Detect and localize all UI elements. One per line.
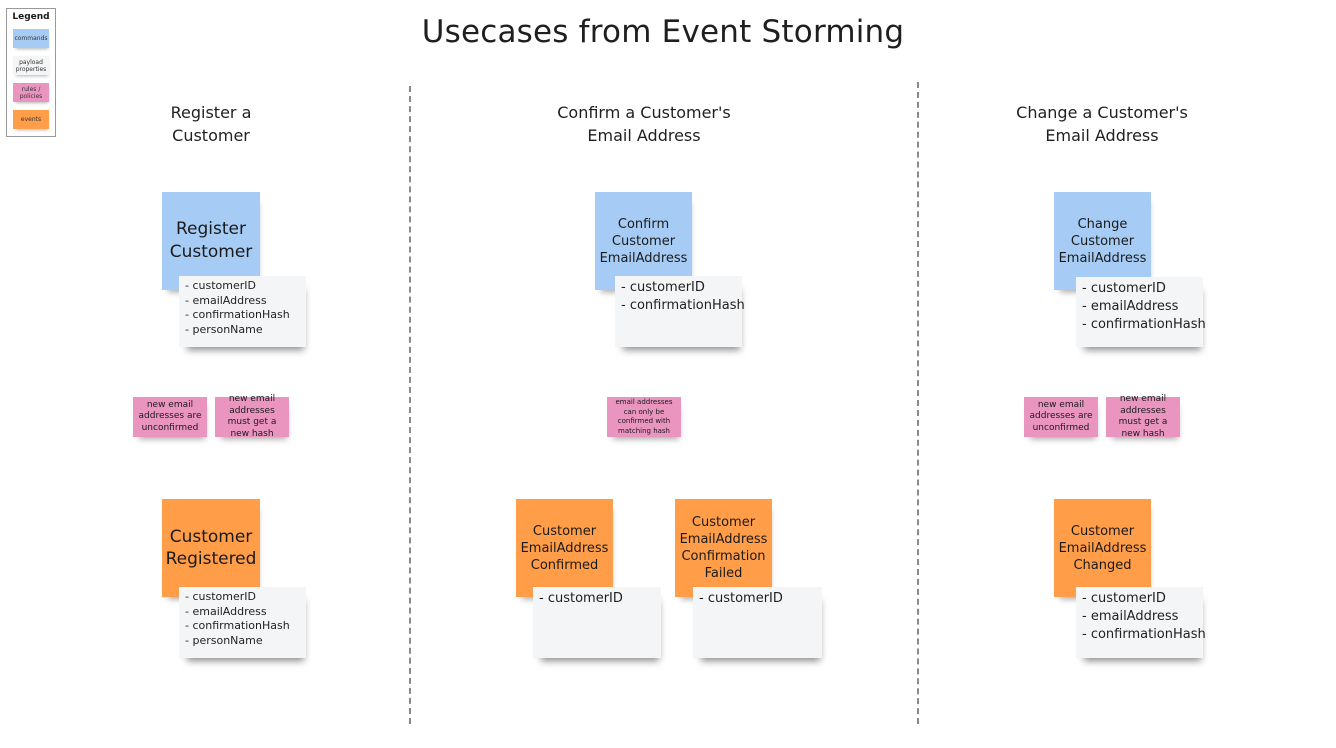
payload-property: - confirmationHash — [185, 308, 290, 321]
payload-property: - personName — [185, 633, 263, 647]
rule-sticky[interactable]: new email addresses must get a new hash — [215, 394, 289, 439]
payload-property: - customerID — [621, 280, 705, 295]
rule-sticky[interactable]: new email addresses are unconfirmed — [1024, 397, 1098, 437]
payload-property: - confirmationHash — [1082, 317, 1206, 332]
legend: Legend commands payload properties rules… — [6, 8, 56, 137]
column-title-line: Change a Customer's — [1016, 103, 1188, 122]
payload-property: - confirmationHash — [1082, 627, 1206, 642]
payload-card-customer-registered[interactable]: - customerID - emailAddress - confirmati… — [179, 587, 306, 658]
column-title-line: Email Address — [1045, 126, 1159, 145]
payload-card-email-confirmation-failed[interactable]: - customerID — [693, 587, 822, 658]
column-title-line: Register a — [170, 103, 252, 122]
column-title-line: Confirm a Customer's — [557, 103, 731, 122]
column-title-change: Change a Customer's Email Address — [972, 101, 1232, 147]
event-sticky-customer-registered[interactable]: Customer Registered — [162, 499, 260, 597]
payload-property: - emailAddress — [185, 293, 267, 307]
legend-events: events — [13, 110, 49, 129]
payload-card-confirm-email[interactable]: - customerID - confirmationHash — [615, 276, 745, 347]
payload-property: - personName — [185, 322, 263, 336]
column-title-register: Register a Customer — [81, 101, 341, 147]
payload-property: - emailAddress — [1082, 299, 1179, 314]
command-sticky-change-email[interactable]: Change Customer EmailAddress — [1054, 192, 1151, 290]
payload-property: - confirmationHash — [621, 298, 745, 313]
payload-property: - customerID — [1082, 591, 1166, 606]
column-title-line: Email Address — [587, 126, 701, 145]
legend-rules-policies: rules / policies — [13, 83, 49, 102]
column-divider — [409, 86, 411, 724]
board-title: Usecases from Event Storming — [421, 14, 905, 50]
rule-sticky[interactable]: email addresses can only be confirmed wi… — [607, 397, 681, 437]
event-sticky-email-confirmed[interactable]: Customer EmailAddress Confirmed — [516, 499, 613, 597]
column-title-line: Customer — [172, 126, 250, 145]
payload-property: - emailAddress — [1082, 609, 1179, 624]
payload-property: - confirmationHash — [185, 619, 290, 632]
event-sticky-email-changed[interactable]: Customer EmailAddress Changed — [1054, 499, 1151, 597]
payload-property: - customerID — [539, 591, 623, 606]
payload-property: - customerID — [1082, 281, 1166, 296]
event-sticky-email-confirmation-failed[interactable]: Customer EmailAddress Confirmation Faile… — [675, 499, 772, 597]
legend-payload-properties: payload properties — [13, 56, 49, 75]
payload-card-email-changed[interactable]: - customerID - emailAddress - confirmati… — [1076, 587, 1206, 658]
payload-card-email-confirmed[interactable]: - customerID — [533, 587, 661, 658]
rule-sticky[interactable]: new email addresses are unconfirmed — [133, 397, 207, 437]
payload-property: - customerID — [185, 279, 256, 292]
payload-card-register-customer[interactable]: - customerID - emailAddress - confirmati… — [179, 276, 306, 347]
payload-card-change-email[interactable]: - customerID - emailAddress - confirmati… — [1076, 277, 1206, 347]
column-title-confirm: Confirm a Customer's Email Address — [514, 101, 774, 147]
column-divider — [917, 82, 919, 724]
payload-property: - emailAddress — [185, 604, 267, 618]
rule-sticky[interactable]: new email addresses must get a new hash — [1106, 394, 1180, 439]
legend-commands: commands — [13, 29, 49, 48]
legend-title: Legend — [12, 12, 50, 22]
payload-property: - customerID — [185, 590, 256, 603]
payload-property: - customerID — [699, 591, 783, 606]
